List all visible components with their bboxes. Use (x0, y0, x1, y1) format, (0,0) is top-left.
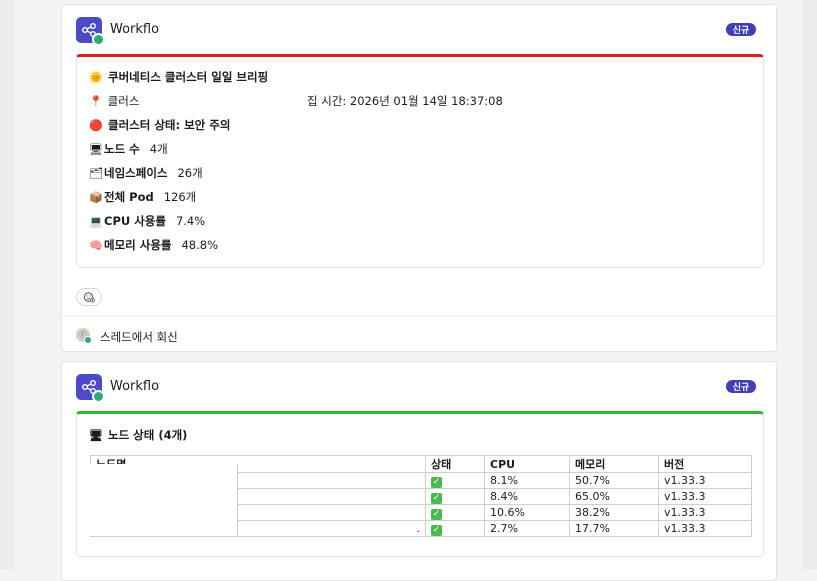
pod-count: 📦전체 Pod 126개 (89, 190, 197, 204)
column-header: CPU (484, 455, 570, 473)
monitor-icon: 🖥 (89, 143, 103, 156)
sun-icon: 🌞 (89, 71, 103, 84)
brain-icon: 🧠 (89, 239, 103, 252)
version-cell: v1.33.3 (658, 488, 752, 505)
package-icon: 📦 (89, 191, 103, 204)
version-cell: v1.33.3 (658, 520, 752, 537)
thread-reply-row[interactable]: ⓡ 스레드에서 회신 (62, 315, 776, 352)
check-icon: ✓ (431, 524, 442, 536)
memory-usage: 🧠메모리 사용률 48.8% (89, 238, 219, 252)
version-cell: v1.33.3 (658, 472, 752, 489)
collection-time: 집 시간: 2026년 01월 14일 18:37:08 (307, 94, 503, 108)
laptop-icon: 💻 (89, 215, 103, 228)
workflow-app-avatar[interactable] (76, 17, 105, 46)
cluster-status: 🔴 클러스터 상태: 보안 주의 (89, 118, 231, 132)
monitor-icon: 🖥 (89, 429, 103, 442)
message-card: Workflows 신규 🖥 노드 상태 (4개) 노드명 상태 CPU 메모리… (61, 361, 777, 581)
add-reaction-button[interactable] (76, 288, 102, 306)
right-frame (803, 0, 817, 570)
red-circle-icon: 🔴 (89, 119, 103, 132)
cpu-cell: 10.6% (484, 504, 570, 521)
status-cell: ✓ (425, 520, 485, 537)
column-header: 버전 (658, 455, 752, 473)
message-attachment: 🖥 노드 상태 (4개) 노드명 상태 CPU 메모리 버전 ✓ (76, 411, 764, 557)
check-icon: ✓ (431, 492, 442, 504)
left-frame (0, 0, 14, 570)
cpu-cell: 8.4% (484, 488, 570, 505)
memory-cell: 65.0% (569, 488, 659, 505)
status-cell: ✓ (425, 504, 485, 521)
online-status-icon (92, 390, 105, 403)
pin-icon: 📍 (89, 95, 103, 108)
avatar: ⓡ (76, 328, 92, 344)
workflow-app-avatar[interactable] (76, 374, 105, 403)
status-cell: ✓ (425, 488, 485, 505)
new-badge: 신규 (726, 23, 756, 36)
version-cell: v1.33.3 (658, 504, 752, 521)
folder-icon: 🗂 (89, 167, 103, 180)
online-status-icon (84, 336, 92, 344)
namespace-count: 🗂네임스페이스 26개 (89, 166, 203, 180)
memory-cell: 17.7% (569, 520, 659, 537)
status-cell: ✓ (425, 472, 485, 489)
check-icon: ✓ (431, 508, 442, 520)
add-reaction-icon (83, 292, 95, 303)
memory-cell: 50.7% (569, 472, 659, 489)
memory-cell: 38.2% (569, 504, 659, 521)
online-status-icon (92, 33, 105, 46)
cpu-cell: 8.1% (484, 472, 570, 489)
column-header: 상태 (425, 455, 485, 473)
node-count: 🖥노드 수 4개 (89, 142, 168, 156)
thread-reply-label[interactable]: 스레드에서 회신 (100, 329, 178, 345)
message-attachment: 🌞 쿠버네티스 클러스터 일일 브리핑 📍 클러스터: c 집 시간: 2026… (76, 54, 764, 268)
cpu-cell: 2.7% (484, 520, 570, 537)
cpu-usage: 💻CPU 사용률 7.4% (89, 214, 206, 228)
redacted-block (90, 464, 238, 536)
redacted-block (160, 19, 310, 37)
new-badge: 신규 (726, 380, 756, 393)
redacted-block (160, 376, 310, 394)
check-icon: ✓ (431, 476, 442, 488)
redacted-block (139, 89, 297, 107)
column-header: 메모리 (569, 455, 659, 473)
briefing-title: 🌞 쿠버네티스 클러스터 일일 브리핑 (89, 70, 269, 84)
message-card: Workflows 신규 🌞 쿠버네티스 클러스터 일일 브리핑 📍 클러스터:… (61, 4, 777, 352)
node-status-title: 🖥 노드 상태 (4개) (89, 428, 188, 442)
